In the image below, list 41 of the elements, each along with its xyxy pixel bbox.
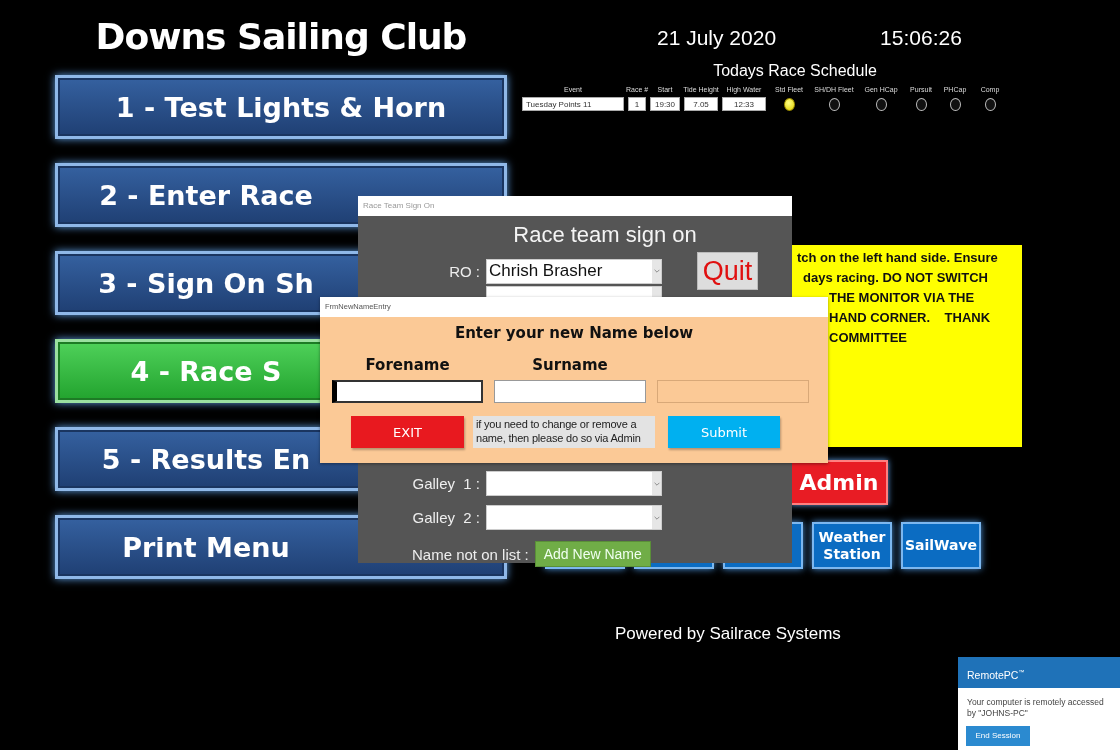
popup-title: RemotePC$^{™}$ xyxy=(958,657,1120,688)
link-button[interactable]: SailWave xyxy=(901,522,981,569)
fleet-indicator-icon[interactable] xyxy=(828,97,840,111)
notice-text: HAND CORNER. THANK xyxy=(828,310,991,327)
fleet-indicator-icon[interactable] xyxy=(949,97,961,111)
notice-text: COMMITTEE xyxy=(828,330,907,347)
start-field[interactable]: 19:30 xyxy=(650,97,680,111)
field-label: Forename xyxy=(364,356,451,376)
fleet-indicator-icon[interactable] xyxy=(875,97,887,111)
clock-label: 15:06:26 xyxy=(880,26,962,51)
fleet-indicator-icon[interactable] xyxy=(783,97,795,111)
field-label: RO : xyxy=(448,262,481,280)
window-title: Race Team Sign On xyxy=(358,196,792,216)
race-number-field[interactable]: 1 xyxy=(628,97,646,111)
fleet-indicator-icon[interactable] xyxy=(915,97,927,111)
end-session-button[interactable]: End Session xyxy=(966,725,1030,746)
exit-button[interactable]: EXIT xyxy=(351,416,464,448)
dialog-heading: Enter your new Name below xyxy=(453,324,695,342)
event-field[interactable]: Tuesday Points 11 xyxy=(522,97,624,111)
input-field[interactable] xyxy=(494,380,646,403)
dialog-heading: Race team sign on xyxy=(512,222,698,248)
input-field[interactable] xyxy=(332,380,483,403)
field-label: Surname xyxy=(531,356,609,376)
name-dropdown[interactable]: Chrish Brasher xyxy=(486,258,662,284)
tide-height-field[interactable]: 7.05 xyxy=(684,97,718,111)
link-button[interactable]: Weather Station xyxy=(812,522,892,569)
field-label: Galley 1 : xyxy=(411,475,481,492)
quit-button[interactable]: Quit xyxy=(697,252,758,290)
help-note: if you need to change or remove a name, then please do so via Admin xyxy=(473,416,655,448)
notice-text: days racing. DO NOT SWITCH xyxy=(802,270,988,287)
high-water-field[interactable]: 12:33 xyxy=(722,97,766,111)
powered-by-text: Powered by Sailrace Systems xyxy=(615,624,842,644)
fleet-indicator-icon[interactable] xyxy=(984,97,996,111)
notice-text: THE MONITOR VIA THE xyxy=(828,290,975,307)
date-label: 21 July 2020 xyxy=(657,26,777,51)
schedule-title: Todays Race Schedule xyxy=(712,62,878,80)
club-title: Downs Sailing Club xyxy=(94,16,468,57)
popup-message: Your computer is remotely accessed by "JOHNS-PC" xyxy=(966,696,1105,720)
notice-text: tch on the left hand side. Ensure xyxy=(796,250,998,267)
admin-button[interactable]: Admin xyxy=(790,460,888,505)
menu-button[interactable]: 1 - Test Lights & Horn xyxy=(55,75,507,139)
